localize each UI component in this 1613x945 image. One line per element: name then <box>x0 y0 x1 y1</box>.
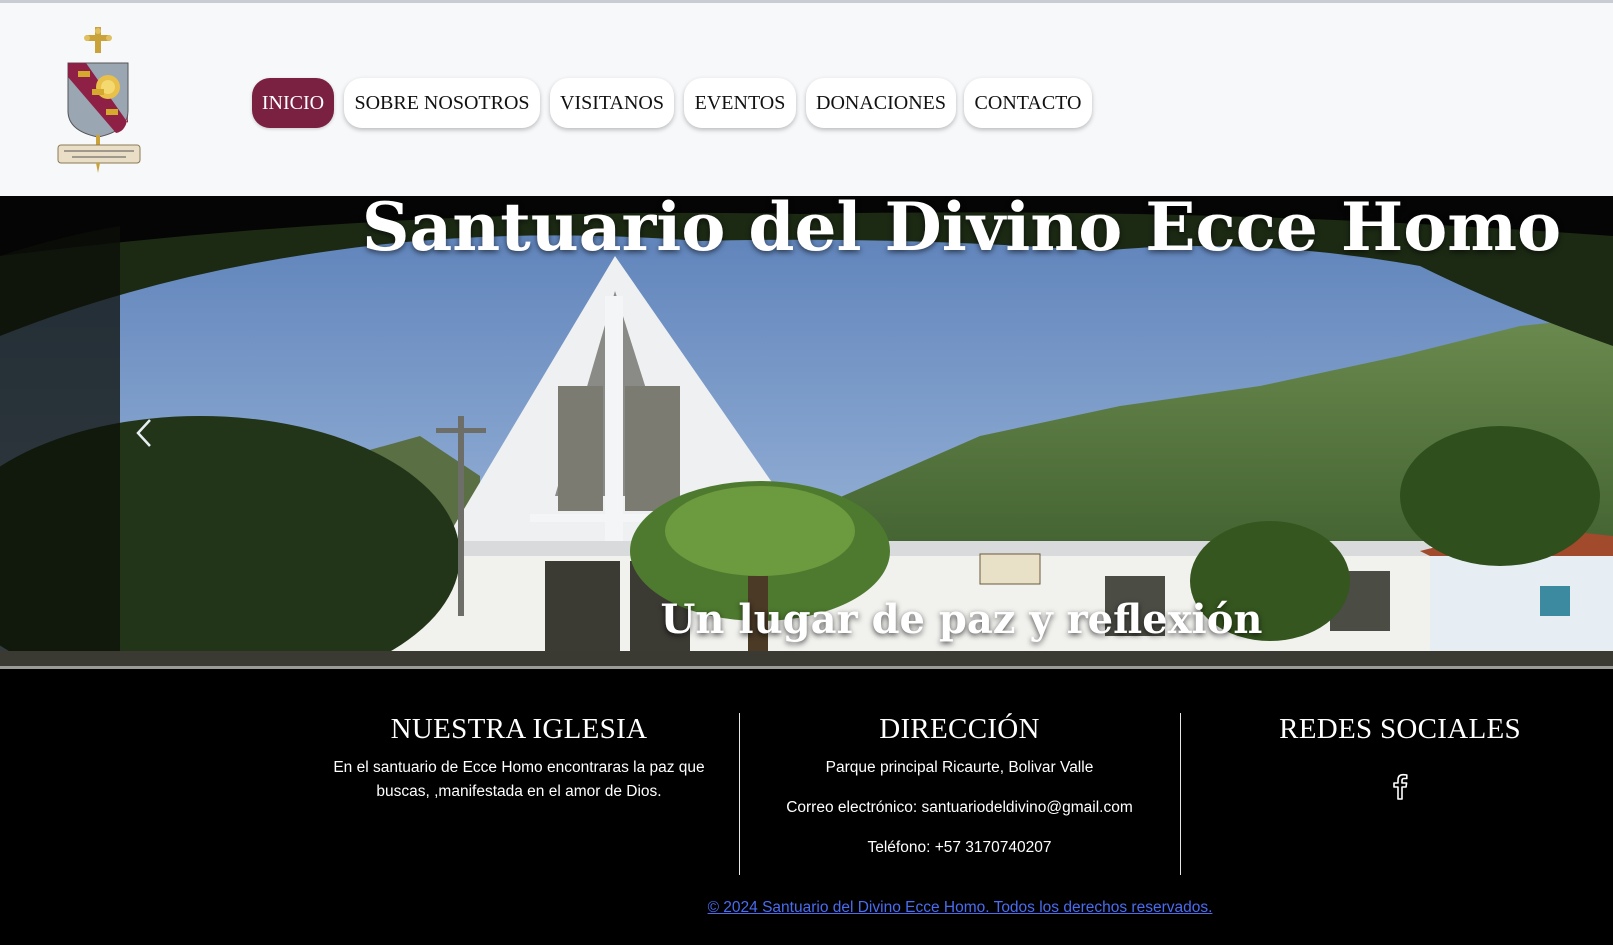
footer-phone: Teléfono: +57 3170740207 <box>867 839 1052 856</box>
hero-title: Santuario del Divino Ecce Homo <box>361 188 1562 266</box>
footer-social-column: REDES SOCIALES <box>1240 713 1560 805</box>
footer-social-heading: REDES SOCIALES <box>1279 713 1521 745</box>
nav-sobre-nosotros[interactable]: SOBRE NOSOTROS <box>344 78 540 128</box>
hero-subtitle: Un lugar de paz y reflexión <box>660 596 1263 643</box>
footer-address-line: Parque principal Ricaurte, Bolivar Valle <box>825 759 1094 776</box>
footer-address-heading: DIRECCIÓN <box>879 713 1040 745</box>
site-footer: NUESTRA IGLESIA En el santuario de Ecce … <box>0 669 1613 945</box>
site-header: INICIO SOBRE NOSOTROS VISITANOS EVENTOS … <box>0 3 1613 196</box>
footer-divider <box>1180 713 1181 875</box>
facebook-icon[interactable] <box>1389 772 1411 800</box>
diocese-logo[interactable] <box>56 27 142 177</box>
nav-donaciones[interactable]: DONACIONES <box>806 78 956 128</box>
footer-church-heading: NUESTRA IGLESIA <box>390 713 648 745</box>
chevron-left-icon[interactable] <box>130 416 160 450</box>
footer-email: Correo electrónico: santuariodeldivino@g… <box>786 799 1133 816</box>
footer-address-column: DIRECCIÓN Parque principal Ricaurte, Bol… <box>739 713 1180 860</box>
nav-inicio[interactable]: INICIO <box>252 78 334 128</box>
copyright-link[interactable]: © 2024 Santuario del Divino Ecce Homo. T… <box>705 899 1215 917</box>
nav-contacto[interactable]: CONTACTO <box>964 78 1092 128</box>
nav-eventos[interactable]: EVENTOS <box>684 78 796 128</box>
nav-visitanos[interactable]: VISITANOS <box>550 78 674 128</box>
footer-church-text: En el santuario de Ecce Homo encontraras… <box>333 759 705 800</box>
footer-church-column: NUESTRA IGLESIA En el santuario de Ecce … <box>328 713 710 804</box>
